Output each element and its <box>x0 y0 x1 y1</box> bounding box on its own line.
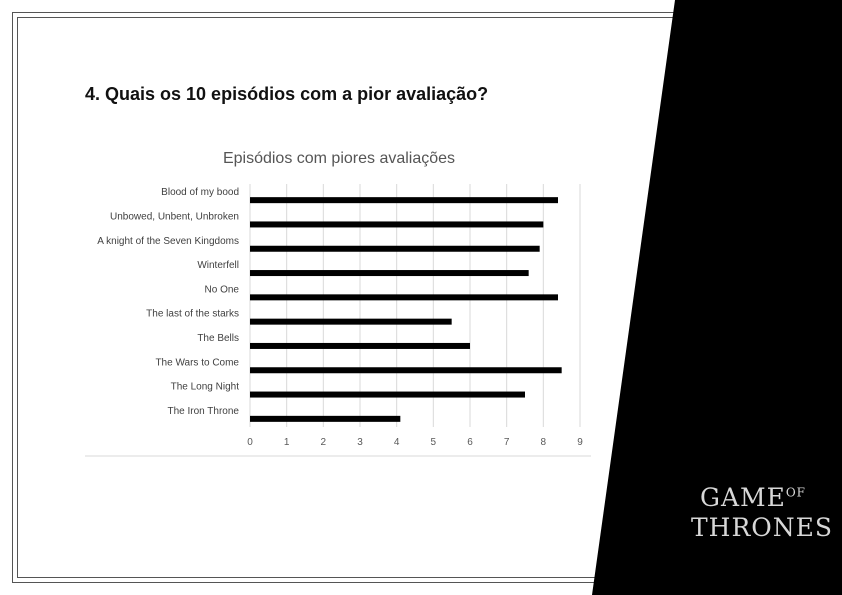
logo-of-text: OF <box>785 485 807 500</box>
category-label: The Bells <box>197 333 239 344</box>
category-label: Unbowed, Unbent, Unbroken <box>110 211 239 222</box>
category-label: The last of the starks <box>146 309 239 320</box>
bar <box>250 342 470 349</box>
logo-game-text: GAME <box>699 483 786 512</box>
category-label: A knight of the Seven Kingdoms <box>97 236 239 247</box>
bar-chart: Episódios com piores avaliações Blood of… <box>85 150 591 457</box>
x-tick-label: 0 <box>247 437 253 448</box>
bar <box>250 294 558 301</box>
bar <box>250 367 562 374</box>
bar <box>250 391 525 398</box>
x-tick-label: 3 <box>357 437 363 448</box>
category-label: No One <box>205 284 240 295</box>
x-tick-label: 4 <box>394 437 400 448</box>
bar <box>250 318 452 325</box>
slide-heading: 4. Quais os 10 episódios com a pior aval… <box>85 84 489 104</box>
game-of-thrones-logo: GAMEOF THRONES <box>691 455 834 575</box>
x-tick-label: 6 <box>467 437 473 448</box>
bar <box>250 415 401 422</box>
bar <box>250 221 544 228</box>
x-tick-label: 9 <box>577 437 583 448</box>
x-tick-label: 5 <box>431 437 437 448</box>
category-label: The Iron Throne <box>167 406 239 417</box>
logo-thrones-text: THRONES <box>691 513 834 542</box>
x-tick-label: 7 <box>504 437 510 448</box>
x-tick-label: 8 <box>541 437 547 448</box>
category-label: Blood of my bood <box>161 187 239 198</box>
category-label: The Long Night <box>171 382 240 393</box>
bar <box>250 270 529 277</box>
category-label: Winterfell <box>197 260 239 271</box>
x-tick-label: 2 <box>321 437 327 448</box>
category-label: The Wars to Come <box>155 357 239 368</box>
chart-title: Episódios com piores avaliações <box>223 150 455 167</box>
bar <box>250 245 540 252</box>
x-tick-label: 1 <box>284 437 290 448</box>
bar <box>250 197 558 204</box>
